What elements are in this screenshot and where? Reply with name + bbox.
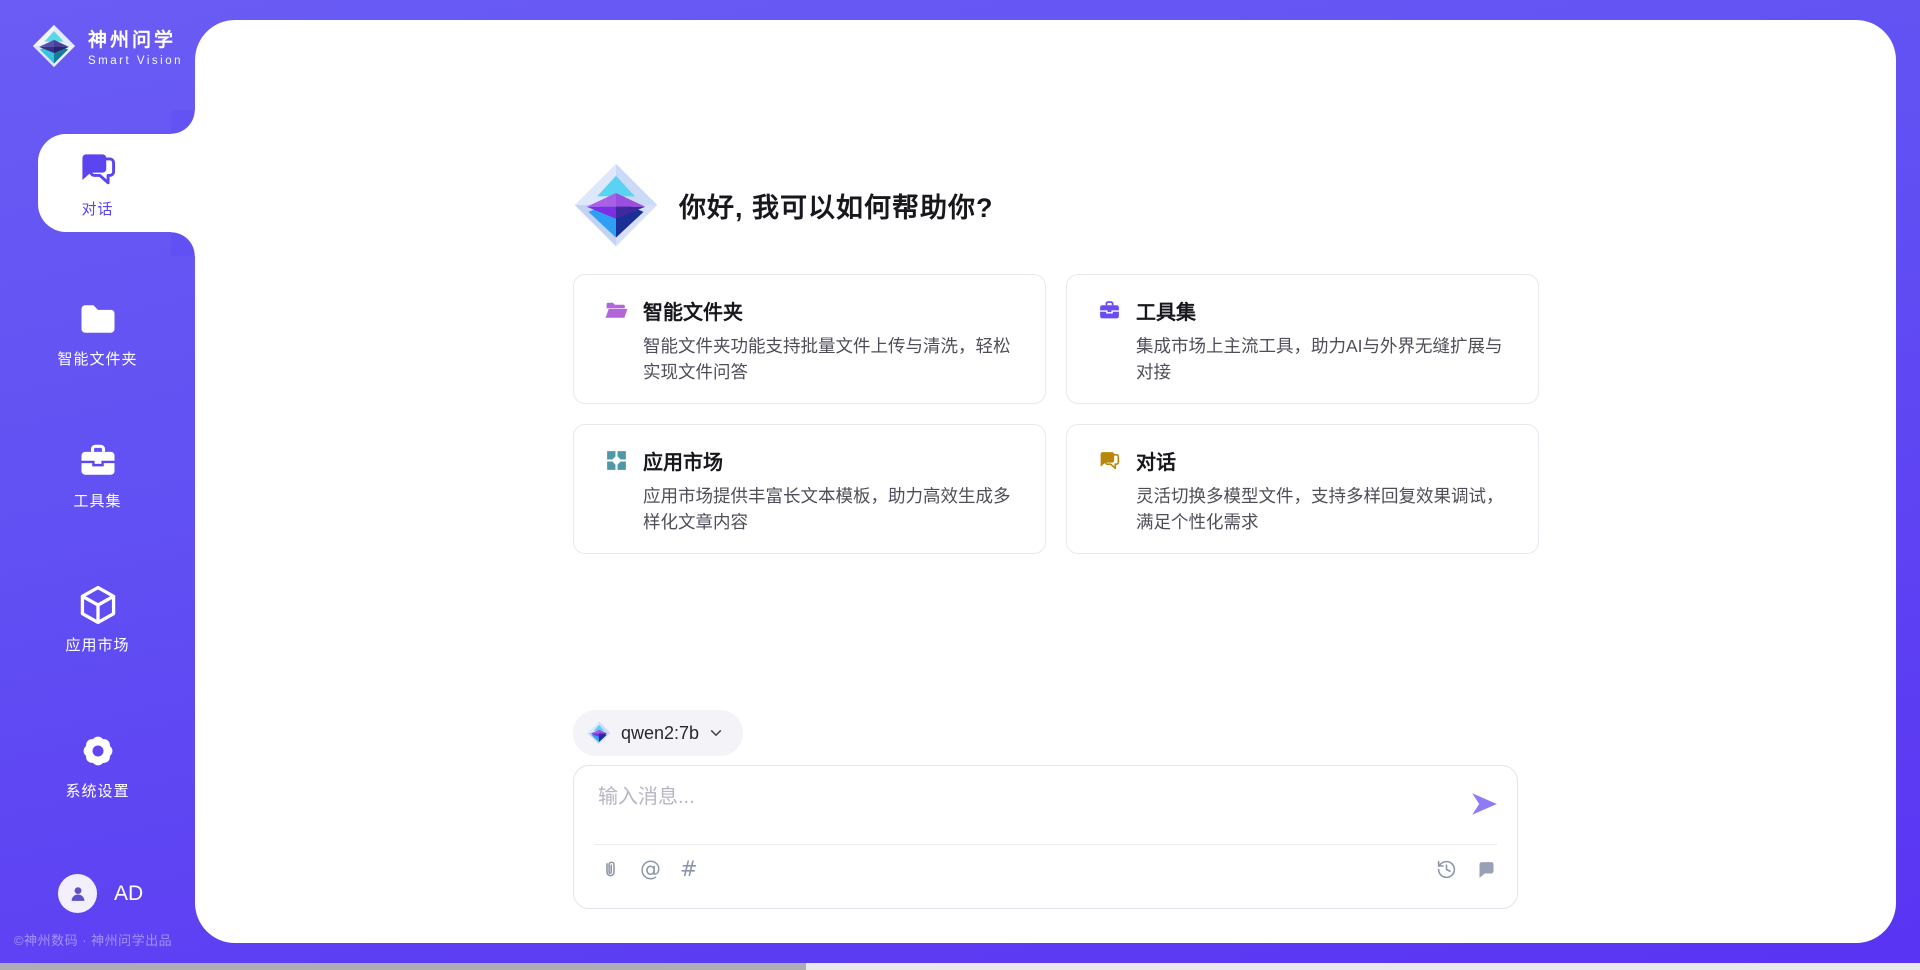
greeting: 你好, 我可以如何帮助你? — [573, 162, 1518, 248]
card-description: 应用市场提供丰富长文本模板，助力高效生成多样化文章内容 — [643, 484, 1025, 536]
scrollbar-thumb[interactable] — [0, 963, 806, 970]
card-description: 集成市场上主流工具，助力AI与外界无缝扩展与对接 — [1136, 334, 1518, 386]
sidebar-item-toolset[interactable]: 工具集 — [0, 439, 195, 511]
assistant-logo-icon — [573, 162, 659, 248]
card-title: 智能文件夹 — [643, 296, 743, 325]
brand-subtitle: Smart Vision — [88, 55, 183, 67]
paperclip-icon — [600, 859, 621, 880]
user-account[interactable]: AD — [58, 874, 143, 913]
chevron-down-icon — [709, 726, 723, 740]
model-selector[interactable]: qwen2:7b — [573, 710, 743, 756]
folder-open-icon — [604, 298, 629, 323]
sidebar: 神州问学 Smart Vision 对话 智能文件夹 工具集 应用市场 — [0, 0, 195, 970]
briefcase-icon — [1097, 298, 1122, 323]
model-name: qwen2:7b — [621, 723, 699, 744]
card-toolset[interactable]: 工具集 集成市场上主流工具，助力AI与外界无缝扩展与对接 — [1066, 274, 1539, 404]
sidebar-item-chat[interactable]: 对话 — [0, 147, 195, 219]
sidebar-item-label: 工具集 — [0, 490, 195, 511]
hash-icon: # — [680, 859, 698, 880]
card-title: 对话 — [1136, 446, 1176, 475]
sidebar-item-app-market[interactable]: 应用市场 — [0, 583, 195, 655]
sidebar-item-label: 系统设置 — [0, 780, 195, 801]
sidebar-item-settings[interactable]: 系统设置 — [0, 729, 195, 801]
message-input[interactable] — [598, 786, 1447, 809]
card-description: 灵活切换多模型文件，支持多样回复效果调试，满足个性化需求 — [1136, 484, 1518, 536]
model-logo-icon — [587, 721, 611, 745]
composer-divider — [594, 844, 1497, 845]
gear-icon — [76, 729, 120, 773]
message-bubble-icon — [1476, 859, 1497, 880]
sidebar-item-smart-folder[interactable]: 智能文件夹 — [0, 297, 195, 369]
mention-button[interactable]: @ — [640, 859, 661, 880]
card-smart-folder[interactable]: 智能文件夹 智能文件夹功能支持批量文件上传与清洗，轻松实现文件问答 — [573, 274, 1046, 404]
page-title: 你好, 我可以如何帮助你? — [679, 186, 994, 225]
chat-icon — [1097, 448, 1122, 473]
main-panel: 你好, 我可以如何帮助你? 智能文件夹 智能文件夹功能支持批量文件上传与清洗，轻… — [195, 20, 1896, 943]
send-button[interactable] — [1467, 788, 1501, 822]
history-icon — [1436, 859, 1457, 880]
horizontal-scrollbar[interactable] — [0, 963, 1920, 970]
feedback-button[interactable] — [1476, 859, 1497, 880]
user-label: AD — [114, 882, 143, 906]
hashtag-button[interactable]: # — [680, 859, 698, 880]
card-description: 智能文件夹功能支持批量文件上传与清洗，轻松实现文件问答 — [643, 334, 1025, 386]
sidebar-item-label: 应用市场 — [0, 634, 195, 655]
history-button[interactable] — [1436, 859, 1457, 880]
sidebar-item-label: 智能文件夹 — [0, 348, 195, 369]
card-app-market[interactable]: 应用市场 应用市场提供丰富长文本模板，助力高效生成多样化文章内容 — [573, 424, 1046, 554]
composer: @ # — [573, 765, 1518, 909]
brand-logo-icon — [32, 24, 76, 68]
send-icon — [1469, 789, 1499, 819]
feature-cards: 智能文件夹 智能文件夹功能支持批量文件上传与清洗，轻松实现文件问答 工具集 集成… — [573, 274, 1518, 554]
person-icon — [67, 883, 89, 905]
card-title: 应用市场 — [643, 446, 723, 475]
brand-name: 神州问学 — [88, 25, 183, 52]
card-chat[interactable]: 对话 灵活切换多模型文件，支持多样回复效果调试，满足个性化需求 — [1066, 424, 1539, 554]
cube-icon — [76, 583, 120, 627]
sidebar-item-label: 对话 — [0, 198, 195, 219]
avatar — [58, 874, 97, 913]
card-title: 工具集 — [1136, 296, 1196, 325]
chat-icon — [76, 147, 120, 191]
briefcase-icon — [76, 439, 120, 483]
apps-grid-icon — [604, 448, 629, 473]
at-icon: @ — [640, 859, 661, 880]
attach-file-button[interactable] — [600, 859, 621, 880]
brand: 神州问学 Smart Vision — [32, 24, 183, 68]
folder-icon — [76, 297, 120, 341]
copyright: ©神州数码 · 神州问学出品 — [14, 930, 172, 949]
